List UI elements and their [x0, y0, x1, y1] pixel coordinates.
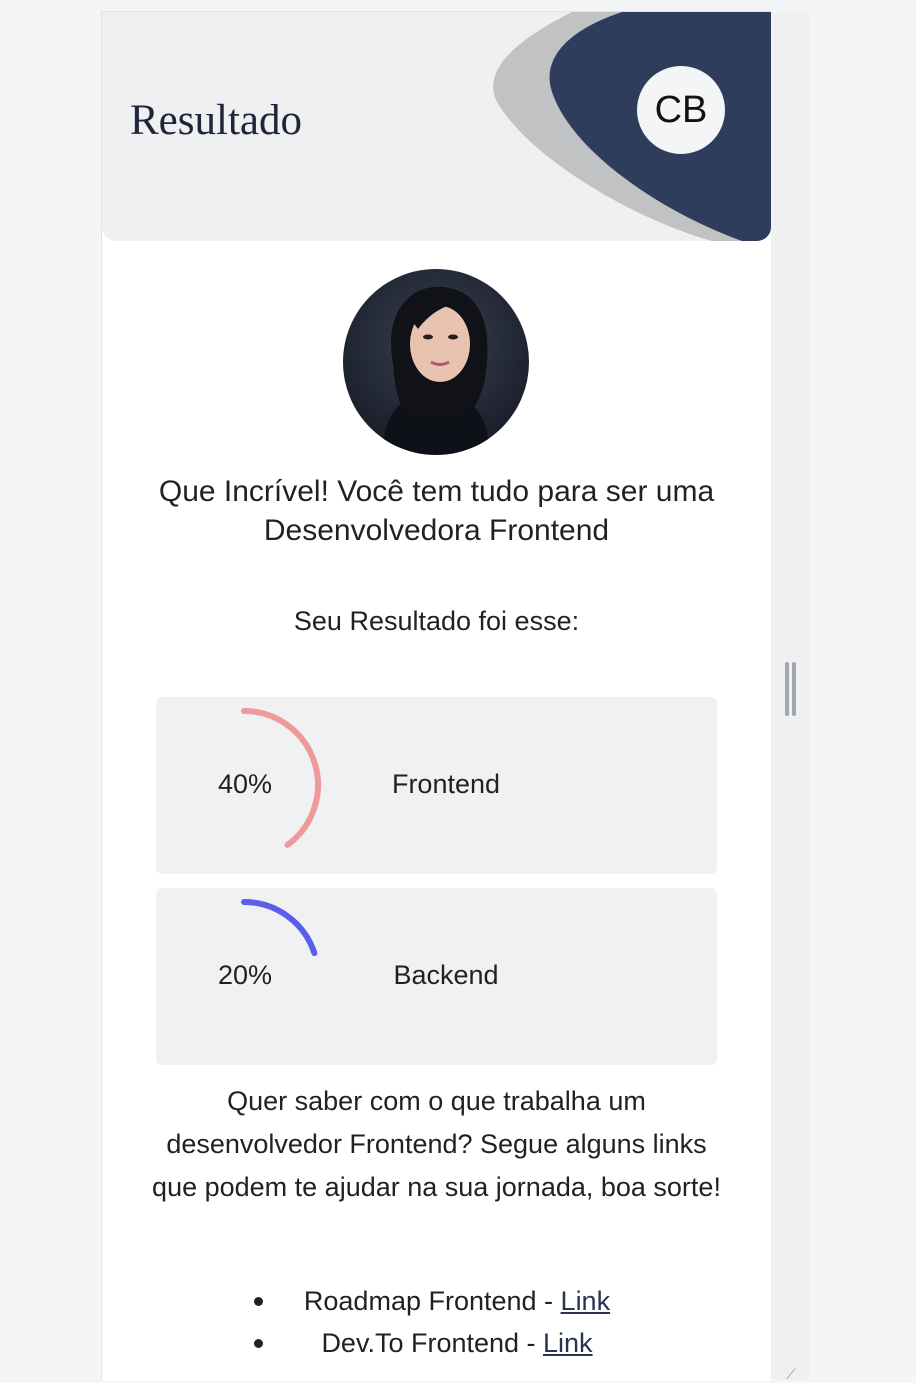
- links-list: Roadmap Frontend - Link Dev.To Frontend …: [242, 1280, 652, 1364]
- devto-frontend-link[interactable]: Link: [543, 1328, 593, 1358]
- resize-corner-icon[interactable]: ⟋: [786, 1366, 802, 1382]
- link-text: Dev.To Frontend -: [321, 1328, 544, 1358]
- score-label: Frontend: [391, 769, 501, 799]
- roadmap-frontend-link[interactable]: Link: [561, 1286, 611, 1316]
- score-card-frontend: 40% Frontend: [156, 697, 717, 874]
- page-title: Resultado: [130, 97, 302, 144]
- user-initials-badge[interactable]: CB: [637, 66, 725, 154]
- result-headline: Que Incrível! Você tem tudo para ser uma…: [158, 475, 715, 547]
- info-paragraph: Quer saber com o que trabalha um desenvo…: [152, 1086, 721, 1202]
- score-card-backend: 20% Backend: [156, 888, 717, 1065]
- result-subtitle: Seu Resultado foi esse:: [293, 606, 580, 636]
- list-item: Roadmap Frontend - Link: [254, 1280, 652, 1322]
- header: Resultado CB: [102, 12, 771, 241]
- list-item: Dev.To Frontend - Link: [254, 1322, 652, 1364]
- score-percent: 40%: [218, 769, 273, 799]
- result-card-container: Resultado CB Que Incrível! Você tem tudo…: [101, 11, 771, 1381]
- resize-handle[interactable]: [785, 662, 797, 716]
- score-label: Backend: [393, 960, 499, 990]
- profile-photo: [343, 269, 529, 455]
- score-percent: 20%: [218, 960, 273, 990]
- link-text: Roadmap Frontend -: [303, 1286, 561, 1316]
